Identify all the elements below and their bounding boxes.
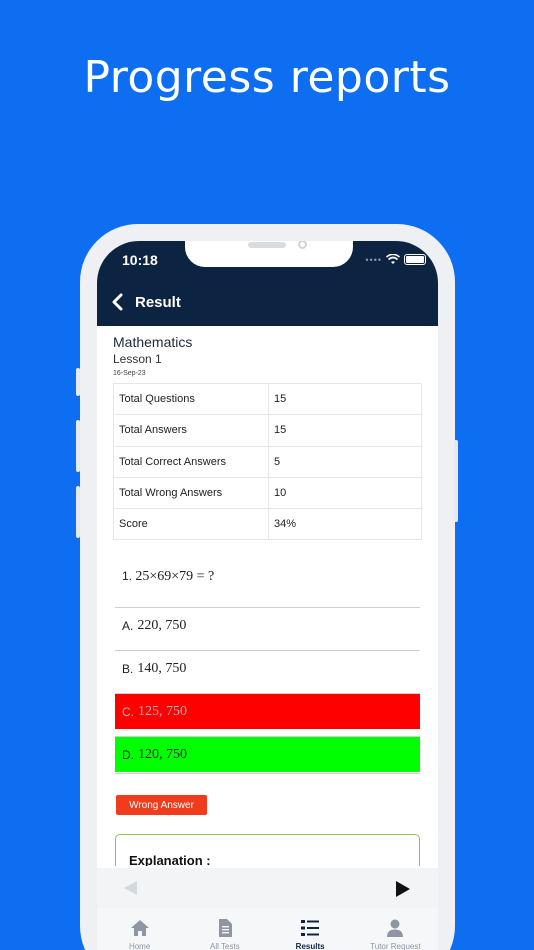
- summary-value: 10: [268, 476, 422, 510]
- question-expression: 25×69×79 = ?: [135, 569, 215, 584]
- tab-home[interactable]: Home: [97, 908, 182, 950]
- document-icon: [218, 919, 232, 937]
- summary-label: Total Correct Answers: [113, 445, 269, 478]
- option-a[interactable]: A. 220, 750: [115, 607, 420, 643]
- tab-tutor-request[interactable]: Tutor Request: [353, 908, 438, 950]
- status-time: 10:18: [122, 252, 158, 268]
- tab-bar: Home All Tests Results Tutor Request: [97, 908, 438, 950]
- option-text: 220, 750: [137, 617, 187, 633]
- summary-label: Score: [113, 508, 269, 541]
- side-button-left: [76, 486, 80, 538]
- option-letter: C.: [122, 704, 134, 719]
- option-letter: A.: [122, 618, 134, 633]
- speaker: [248, 242, 286, 248]
- question-nav-bar: [97, 868, 438, 908]
- app-header: 10:18 •••• Result: [97, 241, 438, 326]
- summary-label: Total Answers: [113, 414, 269, 447]
- notch: [185, 241, 353, 267]
- tab-all-tests[interactable]: All Tests: [182, 908, 267, 950]
- list-icon: [301, 920, 320, 936]
- question-text: 1. 25×69×79 = ?: [122, 569, 214, 585]
- table-row: Total Questions 15: [113, 382, 422, 416]
- tab-label: All Tests: [210, 942, 240, 950]
- option-c-wrong[interactable]: C. 125, 750: [115, 693, 420, 729]
- explanation-box: Explanation :: [115, 834, 420, 866]
- previous-question-button[interactable]: [124, 881, 137, 895]
- result-content[interactable]: Mathematics Lesson 1 16-Sep-23 Total Que…: [97, 326, 438, 866]
- summary-label: Total Wrong Answers: [113, 476, 269, 510]
- option-d-correct[interactable]: D. 120, 750: [115, 736, 420, 772]
- wifi-icon: [386, 254, 400, 264]
- chevron-left-icon: [112, 293, 123, 311]
- side-button-left: [76, 420, 80, 472]
- test-date: 16-Sep-23: [113, 370, 146, 377]
- summary-value: 15: [268, 382, 422, 416]
- option-text: 125, 750: [138, 703, 187, 719]
- tab-label: Results: [295, 942, 325, 950]
- lesson-name: Lesson 1: [113, 352, 162, 366]
- option-text: 140, 750: [137, 660, 187, 676]
- side-button-right: [454, 440, 458, 522]
- tab-label: Tutor Request: [370, 942, 421, 950]
- battery-icon: [404, 254, 426, 265]
- home-icon: [130, 920, 149, 936]
- camera: [298, 241, 307, 249]
- phone-screen: 10:18 •••• Result Mathematics Lesson 1 1…: [97, 241, 438, 950]
- subject-name: Mathematics: [113, 334, 193, 350]
- page-title: Result: [135, 293, 181, 311]
- next-question-button[interactable]: [396, 881, 410, 897]
- option-letter: D.: [122, 747, 134, 762]
- option-b[interactable]: B. 140, 750: [115, 650, 420, 686]
- table-row: Total Wrong Answers 10: [113, 476, 422, 510]
- table-row: Score 34%: [113, 508, 422, 541]
- signal-icon: ••••: [365, 254, 382, 265]
- question-number: 1.: [122, 569, 133, 583]
- summary-value: 15: [268, 414, 422, 447]
- tab-label: Home: [128, 942, 151, 950]
- side-button-left: [76, 368, 80, 396]
- table-row: Total Correct Answers 5: [113, 445, 422, 478]
- summary-table: Total Questions 15 Total Answers 15 Tota…: [113, 382, 422, 541]
- summary-value: 34%: [268, 508, 422, 541]
- tab-results[interactable]: Results: [268, 908, 353, 950]
- option-text: 120, 750: [138, 746, 187, 762]
- summary-value: 5: [268, 445, 422, 478]
- back-button[interactable]: Result: [111, 293, 181, 311]
- status-icons: ••••: [365, 254, 426, 265]
- divider: [115, 773, 420, 774]
- headline: Progress reports: [83, 52, 451, 103]
- wrong-answer-badge: Wrong Answer: [116, 795, 207, 815]
- explanation-title: Explanation :: [129, 853, 211, 866]
- person-icon: [387, 919, 404, 937]
- table-row: Total Answers 15: [113, 414, 422, 447]
- summary-label: Total Questions: [113, 382, 269, 416]
- option-letter: B.: [122, 661, 134, 676]
